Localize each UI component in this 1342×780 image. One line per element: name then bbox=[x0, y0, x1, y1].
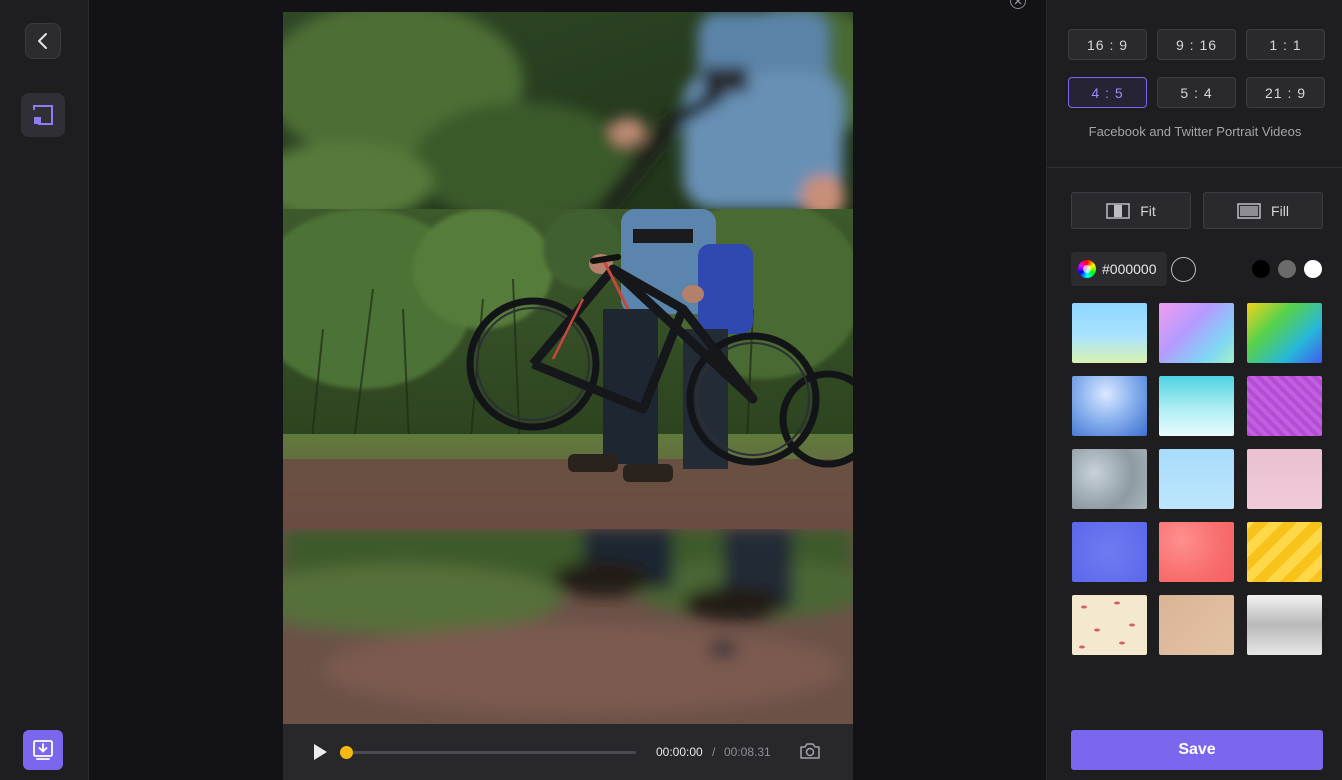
color-picker[interactable]: #000000 bbox=[1071, 252, 1167, 286]
seek-handle[interactable] bbox=[340, 746, 353, 759]
total-time: 00:08.31 bbox=[724, 745, 771, 759]
ratio-1-1-button[interactable]: 1 : 1 bbox=[1246, 29, 1325, 60]
chevron-left-icon bbox=[38, 33, 47, 49]
background-tile-aqua[interactable] bbox=[1159, 376, 1234, 436]
ratio-description: Facebook and Twitter Portrait Videos bbox=[1088, 124, 1302, 139]
background-tile-pastel[interactable] bbox=[1159, 303, 1234, 363]
fill-icon bbox=[1237, 202, 1261, 219]
black-swatch[interactable] bbox=[1252, 260, 1270, 278]
back-button[interactable] bbox=[25, 23, 61, 59]
preview-stage: 00:00:00 / 00:08.31 bbox=[89, 0, 1046, 780]
crop-icon bbox=[33, 105, 53, 125]
fit-icon bbox=[1106, 202, 1130, 219]
background-tile-blue-glow[interactable] bbox=[1072, 376, 1147, 436]
export-button[interactable] bbox=[23, 730, 63, 770]
player-controls: 00:00:00 / 00:08.31 bbox=[283, 724, 853, 780]
ratio-21-9-button[interactable]: 21 : 9 bbox=[1246, 77, 1325, 108]
background-tile-sand[interactable] bbox=[1159, 595, 1234, 655]
time-separator: / bbox=[712, 745, 716, 759]
save-button[interactable]: Save bbox=[1071, 730, 1323, 770]
ratio-9-16-button[interactable]: 9 : 16 bbox=[1157, 29, 1236, 60]
left-rail bbox=[0, 0, 89, 780]
current-time: 00:00:00 bbox=[656, 745, 703, 759]
video-canvas bbox=[283, 12, 853, 724]
blurred-background-top bbox=[283, 12, 853, 209]
white-swatch[interactable] bbox=[1304, 260, 1322, 278]
background-tile-raindrops[interactable] bbox=[1072, 449, 1147, 509]
fill-label: Fill bbox=[1271, 202, 1289, 219]
color-wheel-icon bbox=[1078, 260, 1096, 278]
background-tile-pink[interactable] bbox=[1247, 449, 1322, 509]
play-button[interactable] bbox=[311, 743, 329, 761]
video-frame bbox=[283, 209, 853, 529]
snapshot-button[interactable] bbox=[799, 742, 821, 760]
download-icon bbox=[33, 740, 53, 760]
background-tile-yellow[interactable] bbox=[1247, 522, 1322, 582]
background-tile-sky[interactable] bbox=[1072, 303, 1147, 363]
background-tile-coral[interactable] bbox=[1159, 522, 1234, 582]
play-icon bbox=[314, 744, 327, 760]
ratio-5-4-button[interactable]: 5 : 4 bbox=[1157, 77, 1236, 108]
background-tile-light-blue[interactable] bbox=[1159, 449, 1234, 509]
panel-divider bbox=[1047, 167, 1342, 168]
background-tile-cream[interactable] bbox=[1072, 595, 1147, 655]
ratio-4-5-button[interactable]: 4 : 5 bbox=[1068, 77, 1147, 108]
color-hex-value: #000000 bbox=[1102, 261, 1157, 277]
background-tile-silver[interactable] bbox=[1247, 595, 1322, 655]
background-tile-rainbow[interactable] bbox=[1247, 303, 1322, 363]
seek-track[interactable] bbox=[343, 751, 636, 754]
fill-button[interactable]: Fill bbox=[1203, 192, 1323, 229]
app-window: 00:00:00 / 00:08.31 16 : 9 9 : 16 1 : 1 … bbox=[0, 0, 1342, 780]
gray-swatch[interactable] bbox=[1278, 260, 1296, 278]
camera-icon bbox=[800, 743, 820, 759]
crop-tool-button[interactable] bbox=[21, 93, 65, 137]
settings-panel: 16 : 9 9 : 16 1 : 1 4 : 5 5 : 4 21 : 9 F… bbox=[1046, 0, 1342, 780]
custom-color-swatch[interactable] bbox=[1171, 257, 1196, 282]
fit-button[interactable]: Fit bbox=[1071, 192, 1191, 229]
close-icon[interactable] bbox=[1010, 0, 1026, 9]
ratio-16-9-button[interactable]: 16 : 9 bbox=[1068, 29, 1147, 60]
fit-label: Fit bbox=[1140, 202, 1156, 219]
blurred-background-bottom bbox=[283, 529, 853, 724]
background-tile-purple[interactable] bbox=[1247, 376, 1322, 436]
background-tile-indigo[interactable] bbox=[1072, 522, 1147, 582]
